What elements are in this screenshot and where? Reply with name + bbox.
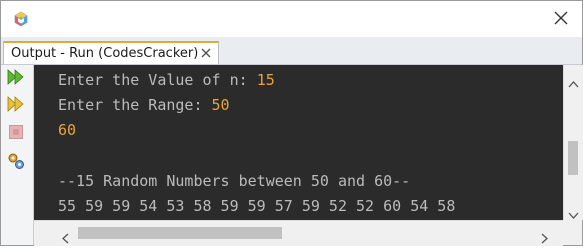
rerun-with-options-icon [7, 95, 25, 117]
console-line: Enter the Value of n: 15 [58, 71, 275, 89]
scroll-left-icon[interactable] [61, 229, 69, 244]
output-toolbar [1, 65, 34, 245]
console-text: Enter the Value of n: 15 Enter the Range… [34, 65, 563, 219]
settings-icon [6, 151, 26, 175]
close-icon [554, 10, 568, 29]
scroll-up-icon[interactable] [568, 73, 579, 88]
window-close-button[interactable] [546, 5, 576, 33]
console-line: 55 59 59 54 53 58 59 59 57 59 52 52 60 5… [58, 197, 456, 216]
user-input: 50 [211, 96, 230, 115]
vertical-scrollbar[interactable] [563, 65, 583, 220]
stop-button[interactable] [6, 124, 26, 144]
horizontal-scroll-thumb[interactable] [78, 227, 282, 239]
console-line: Enter the Range: 50 [58, 96, 230, 115]
rerun-button[interactable] [6, 69, 26, 89]
netbeans-cube-icon [13, 11, 29, 27]
horizontal-scrollbar[interactable] [34, 220, 563, 246]
tab-output-run[interactable]: Output - Run (CodesCracker) [3, 41, 219, 64]
console-output[interactable]: Enter the Value of n: 15 Enter the Range… [34, 65, 563, 220]
user-input: 15 [256, 71, 275, 89]
scroll-down-icon[interactable] [568, 205, 579, 219]
tab-label: Output - Run (CodesCracker) [11, 46, 199, 61]
scrollbar-corner [563, 220, 582, 245]
scroll-right-icon[interactable] [541, 229, 549, 244]
stop-icon [8, 124, 24, 144]
console-line: --15 Random Numbers between 50 and 60-- [58, 171, 411, 190]
settings-button[interactable] [6, 153, 26, 173]
user-input: 60 [58, 121, 77, 140]
rerun-icon [7, 68, 25, 90]
close-icon[interactable] [200, 47, 212, 59]
output-window: Output - Run (CodesCracker) Enter the Va… [0, 0, 583, 246]
console-line: 60 [58, 121, 76, 139]
vertical-scroll-thumb[interactable] [568, 141, 578, 175]
tab-strip: Output - Run (CodesCracker) [1, 37, 582, 65]
title-bar [1, 1, 582, 37]
rerun-with-options-button[interactable] [6, 96, 26, 116]
